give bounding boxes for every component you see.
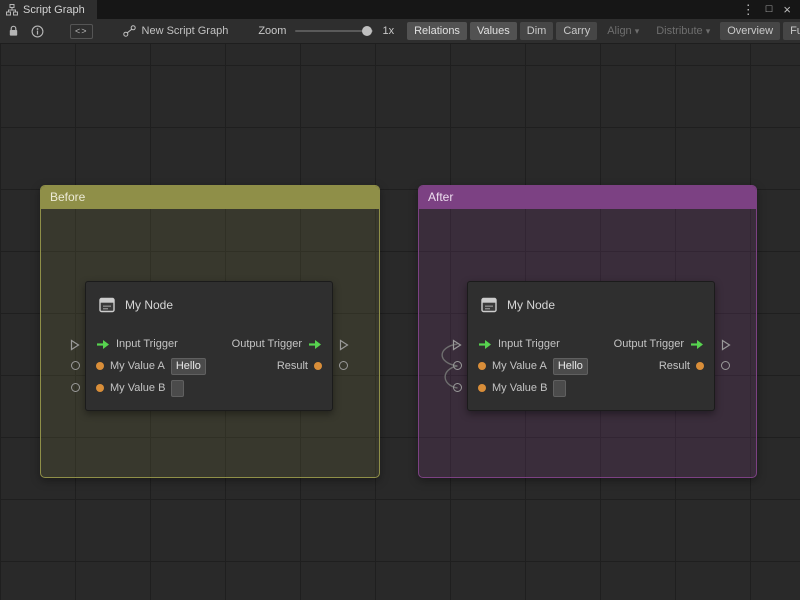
input-trigger-port-icon[interactable] xyxy=(478,339,492,350)
value-a-field[interactable]: Hello xyxy=(171,358,206,375)
output-trigger-outer-port[interactable] xyxy=(721,338,731,356)
input-trigger-port-icon[interactable] xyxy=(96,339,110,350)
value-b-port-icon[interactable] xyxy=(96,384,104,392)
zoom-slider[interactable] xyxy=(295,30,373,32)
input-trigger-label: Input Trigger xyxy=(116,338,178,350)
node-my-node-before[interactable]: My Node Input Trigger Output Trigger xyxy=(85,281,333,411)
zoom-value: 1x xyxy=(382,25,394,37)
value-a-outer-port[interactable] xyxy=(453,361,462,370)
dim-button[interactable]: Dim xyxy=(520,22,554,40)
value-a-port-icon[interactable] xyxy=(96,362,104,370)
result-outer-port[interactable] xyxy=(721,361,730,370)
result-outer-port[interactable] xyxy=(339,361,348,370)
menu-icon[interactable]: ⋮ xyxy=(742,3,755,16)
node-title: My Node xyxy=(125,298,173,312)
code-view-icon[interactable]: <> xyxy=(70,24,93,39)
graph-toolbar: <> New Script Graph Zoom 1x Relations Va… xyxy=(0,19,800,44)
tab-bar: Script Graph ⋮ □ × xyxy=(0,0,800,19)
input-trigger-outer-port[interactable] xyxy=(452,338,462,356)
trigger-row: Input Trigger Output Trigger xyxy=(86,333,332,355)
values-button[interactable]: Values xyxy=(470,22,517,40)
group-before-header[interactable]: Before xyxy=(41,186,379,209)
zoom-label: Zoom xyxy=(258,25,286,37)
value-a-field[interactable]: Hello xyxy=(553,358,588,375)
output-trigger-label: Output Trigger xyxy=(232,338,302,350)
value-b-label: My Value B xyxy=(492,382,547,394)
group-after-header[interactable]: After xyxy=(419,186,756,209)
value-b-row: My Value B xyxy=(468,377,714,399)
graph-name-label: New Script Graph xyxy=(142,25,229,37)
zoom-control: Zoom 1x xyxy=(258,25,394,37)
node-icon xyxy=(480,296,498,314)
input-trigger-outer-port[interactable] xyxy=(70,338,80,356)
output-trigger-label: Output Trigger xyxy=(614,338,684,350)
result-port-icon[interactable] xyxy=(696,362,704,370)
node-icon xyxy=(98,296,116,314)
graph-canvas[interactable]: Before After My Node xyxy=(0,44,800,600)
graph-asset-icon xyxy=(123,25,136,37)
align-button[interactable]: Align▾ xyxy=(600,22,646,40)
value-b-outer-port[interactable] xyxy=(71,383,80,392)
value-b-row: My Value B xyxy=(86,377,332,399)
value-b-label: My Value B xyxy=(110,382,165,394)
zoom-slider-thumb[interactable] xyxy=(362,26,372,36)
chevron-down-icon: ▾ xyxy=(706,26,711,37)
input-trigger-label: Input Trigger xyxy=(498,338,560,350)
node-title: My Node xyxy=(507,298,555,312)
group-after-label: After xyxy=(428,190,453,204)
value-a-outer-port[interactable] xyxy=(71,361,80,370)
output-trigger-port-icon[interactable] xyxy=(690,339,704,350)
tab-label: Script Graph xyxy=(23,4,85,16)
window-controls: ⋮ □ × xyxy=(742,0,800,19)
value-b-field[interactable] xyxy=(553,380,566,397)
value-a-row: My Value A Hello Result xyxy=(86,355,332,377)
node-ports: Input Trigger Output Trigger My Value A xyxy=(86,333,332,399)
value-b-port-icon[interactable] xyxy=(478,384,486,392)
value-a-port-icon[interactable] xyxy=(478,362,486,370)
lock-icon[interactable] xyxy=(8,25,19,37)
distribute-button[interactable]: Distribute▾ xyxy=(649,22,717,40)
tab-script-graph[interactable]: Script Graph xyxy=(0,0,97,19)
result-label: Result xyxy=(277,360,308,372)
result-label: Result xyxy=(659,360,690,372)
value-b-field[interactable] xyxy=(171,380,184,397)
node-ports: Input Trigger Output Trigger My Value A xyxy=(468,333,714,399)
toolbar-buttons: Relations Values Dim Carry Align▾ Distri… xyxy=(407,22,800,40)
fullscreen-button[interactable]: Full Scr xyxy=(783,22,800,40)
value-a-label: My Value A xyxy=(110,360,165,372)
overview-button[interactable]: Overview xyxy=(720,22,780,40)
value-a-label: My Value A xyxy=(492,360,547,372)
value-a-row: My Value A Hello Result xyxy=(468,355,714,377)
node-header[interactable]: My Node xyxy=(468,282,714,314)
output-trigger-port-icon[interactable] xyxy=(308,339,322,350)
relations-button[interactable]: Relations xyxy=(407,22,467,40)
close-icon[interactable]: × xyxy=(783,3,791,16)
info-icon[interactable] xyxy=(31,25,44,38)
trigger-row: Input Trigger Output Trigger xyxy=(468,333,714,355)
script-graph-window: Script Graph ⋮ □ × <> xyxy=(0,0,800,600)
maximize-icon[interactable]: □ xyxy=(766,4,773,15)
chevron-down-icon: ▾ xyxy=(635,26,640,37)
output-trigger-outer-port[interactable] xyxy=(339,338,349,356)
node-header[interactable]: My Node xyxy=(86,282,332,314)
node-my-node-after[interactable]: My Node Input Trigger Output Trigger xyxy=(467,281,715,411)
group-before-label: Before xyxy=(50,190,85,204)
carry-button[interactable]: Carry xyxy=(556,22,597,40)
graph-breadcrumb[interactable]: New Script Graph xyxy=(123,25,229,37)
value-b-outer-port[interactable] xyxy=(453,383,462,392)
script-graph-icon xyxy=(6,4,18,16)
result-port-icon[interactable] xyxy=(314,362,322,370)
